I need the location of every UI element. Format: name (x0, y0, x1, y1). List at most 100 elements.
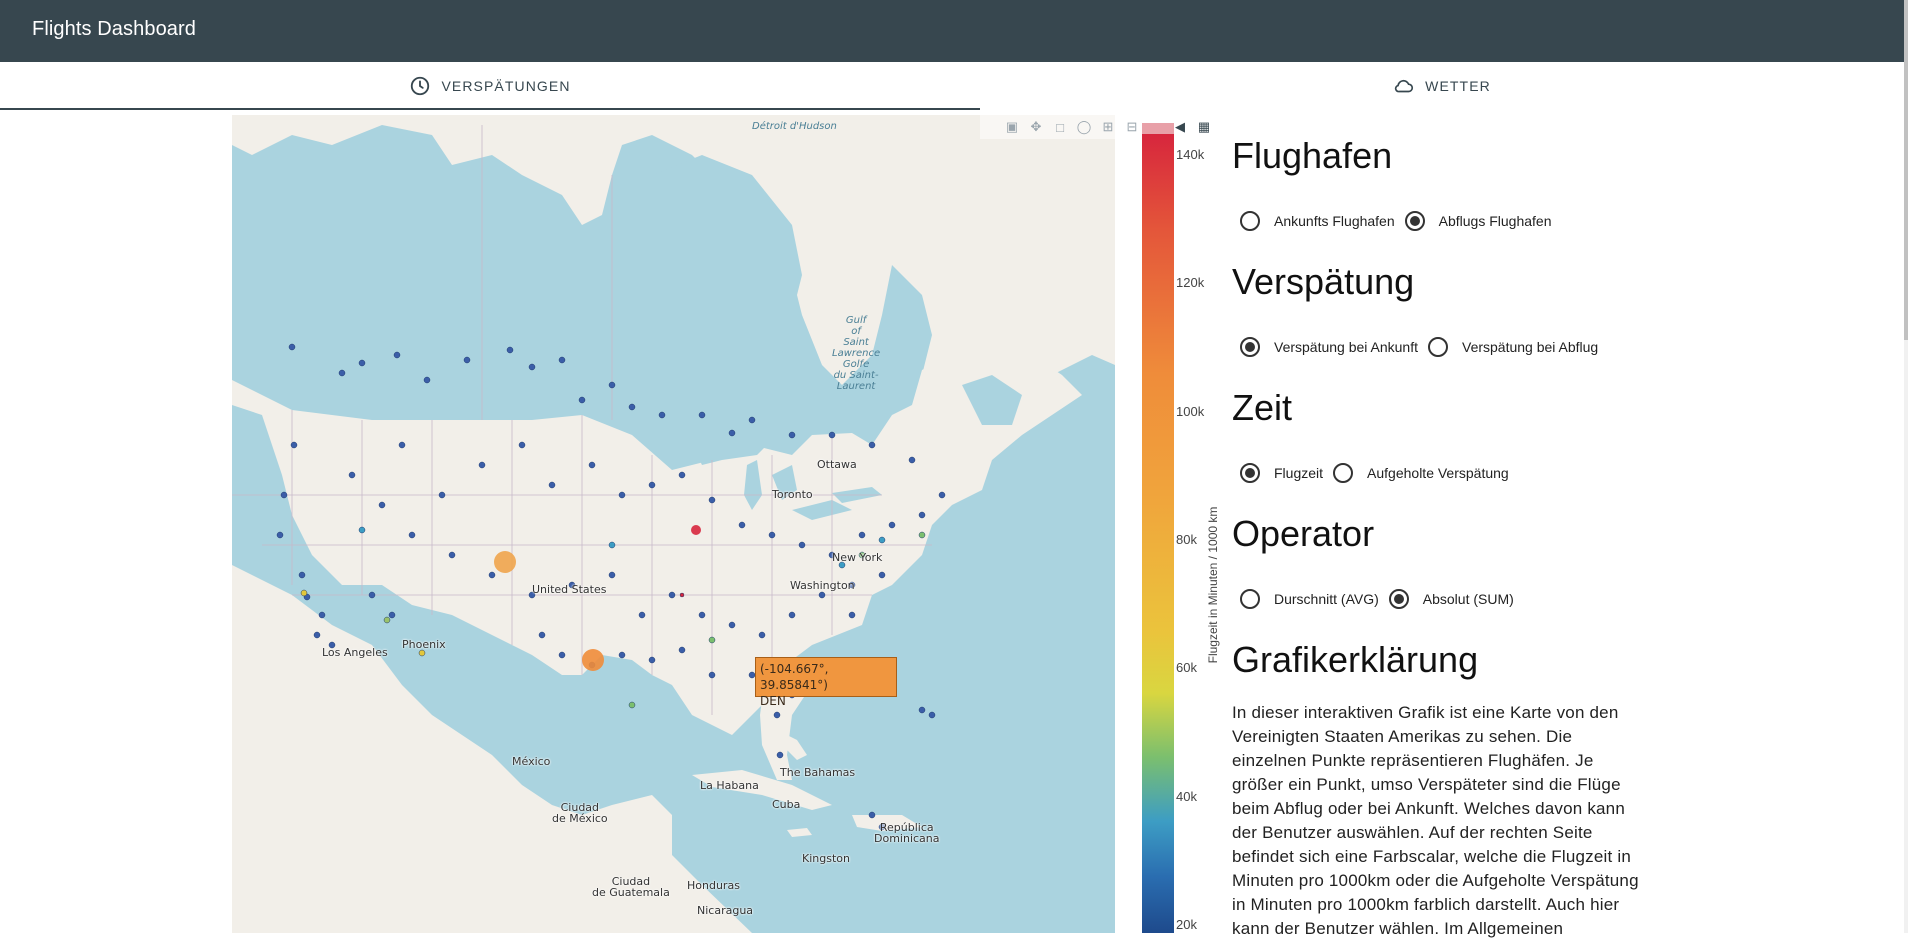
radio-circle[interactable] (1240, 463, 1260, 483)
radio-circle[interactable] (1240, 337, 1260, 357)
airport-marker[interactable] (678, 471, 686, 479)
airport-marker[interactable] (848, 611, 856, 619)
radio-circle[interactable] (1240, 211, 1260, 231)
airport-marker[interactable] (358, 359, 366, 367)
airport-marker[interactable] (358, 526, 366, 534)
airport-marker[interactable] (578, 396, 586, 404)
radio-circle[interactable] (1333, 463, 1354, 483)
airport-marker[interactable] (708, 671, 716, 679)
airport-marker[interactable] (868, 811, 876, 819)
airport-marker[interactable] (313, 631, 321, 639)
radio-verspaetung-abflug[interactable]: Verspätung bei Abflug (1428, 337, 1598, 357)
flight-map[interactable]: Détroit d'Hudson Gulf of Saint Lawrence … (232, 115, 1115, 933)
airport-marker[interactable] (588, 461, 596, 469)
airport-marker[interactable] (478, 461, 486, 469)
airport-marker-highlight[interactable] (691, 525, 701, 535)
airport-marker[interactable] (888, 521, 896, 529)
airport-marker[interactable] (608, 381, 616, 389)
airport-marker[interactable] (648, 481, 656, 489)
spike-icon[interactable]: ◀ (1172, 119, 1188, 135)
zoom-out-icon[interactable]: ⊟ (1124, 119, 1140, 135)
airport-marker[interactable] (393, 351, 401, 359)
airport-marker[interactable] (648, 656, 656, 664)
airport-marker[interactable] (608, 541, 616, 549)
radio-verspaetung-ankunft[interactable]: Verspätung bei Ankunft (1240, 337, 1418, 357)
airport-marker[interactable] (918, 706, 926, 714)
radio-ankunfts-flughafen[interactable]: Ankunfts Flughafen (1240, 211, 1395, 231)
airport-marker[interactable] (868, 441, 876, 449)
radio-flugzeit[interactable]: Flugzeit (1240, 463, 1323, 483)
airport-marker-highlight[interactable] (494, 551, 516, 573)
airport-marker[interactable] (658, 411, 666, 419)
airport-marker[interactable] (679, 592, 685, 598)
airport-marker[interactable] (768, 531, 776, 539)
airport-marker[interactable] (628, 403, 636, 411)
airport-marker[interactable] (698, 411, 706, 419)
airport-marker[interactable] (908, 456, 916, 464)
airport-marker[interactable] (398, 441, 406, 449)
box-select-icon[interactable]: □ (1052, 119, 1068, 135)
airport-marker[interactable] (728, 621, 736, 629)
airport-marker[interactable] (708, 636, 716, 644)
airport-marker[interactable] (608, 571, 616, 579)
airport-marker[interactable] (878, 536, 886, 544)
airport-marker[interactable] (918, 531, 926, 539)
airport-marker[interactable] (318, 611, 326, 619)
airport-marker[interactable] (858, 531, 866, 539)
airport-marker[interactable] (518, 441, 526, 449)
airport-marker[interactable] (708, 496, 716, 504)
airport-marker[interactable] (298, 571, 306, 579)
airport-marker[interactable] (748, 416, 756, 424)
airport-marker[interactable] (698, 611, 706, 619)
airport-marker[interactable] (938, 491, 946, 499)
airport-marker[interactable] (288, 343, 296, 351)
airport-marker[interactable] (538, 631, 546, 639)
airport-marker[interactable] (788, 431, 796, 439)
airport-marker[interactable] (488, 571, 496, 579)
airport-marker[interactable] (463, 356, 471, 364)
lasso-icon[interactable]: ◯ (1076, 119, 1092, 135)
airport-marker[interactable] (918, 511, 926, 519)
airport-marker[interactable] (928, 711, 936, 719)
tab-wetter[interactable]: WETTER (980, 62, 1904, 110)
airport-marker[interactable] (548, 481, 556, 489)
airport-marker[interactable] (300, 589, 308, 597)
airport-marker[interactable] (776, 751, 784, 759)
airport-marker[interactable] (668, 591, 676, 599)
airport-marker[interactable] (798, 541, 806, 549)
airport-marker[interactable] (423, 376, 431, 384)
page-scrollbar[interactable] (1904, 0, 1908, 933)
airport-marker[interactable] (728, 429, 736, 437)
camera-icon[interactable]: ▣ (1004, 119, 1020, 135)
airport-marker[interactable] (368, 591, 376, 599)
zoom-in-icon[interactable]: ⊞ (1100, 119, 1116, 135)
radio-circle[interactable] (1428, 337, 1448, 357)
airport-marker[interactable] (628, 701, 636, 709)
radio-durchschnitt[interactable]: Durschnitt (AVG) (1240, 589, 1379, 609)
airport-marker[interactable] (388, 611, 396, 619)
airport-marker[interactable] (558, 651, 566, 659)
radio-aufgeholte-verspaetung[interactable]: Aufgeholte Verspätung (1333, 463, 1509, 483)
radio-absolut[interactable]: Absolut (SUM) (1388, 589, 1514, 609)
radio-abflugs-flughafen[interactable]: Abflugs Flughafen (1404, 211, 1552, 231)
airport-marker[interactable] (506, 346, 514, 354)
airport-marker[interactable] (618, 651, 626, 659)
airport-marker[interactable] (438, 491, 446, 499)
airport-marker[interactable] (378, 501, 386, 509)
airport-marker[interactable] (758, 631, 766, 639)
airport-marker[interactable] (678, 646, 686, 654)
airport-marker[interactable] (348, 471, 356, 479)
airport-marker[interactable] (290, 441, 298, 449)
airport-marker[interactable] (788, 611, 796, 619)
airport-marker[interactable] (528, 363, 536, 371)
scrollbar-thumb[interactable] (1904, 0, 1908, 340)
airport-marker[interactable] (878, 571, 886, 579)
pan-icon[interactable]: ✥ (1028, 119, 1044, 135)
airport-marker[interactable] (818, 591, 826, 599)
tab-verspaetungen[interactable]: VERSPÄTUNGEN (0, 62, 980, 110)
airport-marker[interactable] (280, 491, 288, 499)
airport-marker[interactable] (638, 611, 646, 619)
radio-circle[interactable] (1388, 589, 1409, 609)
radio-circle[interactable] (1240, 589, 1260, 609)
airport-marker[interactable] (618, 491, 626, 499)
